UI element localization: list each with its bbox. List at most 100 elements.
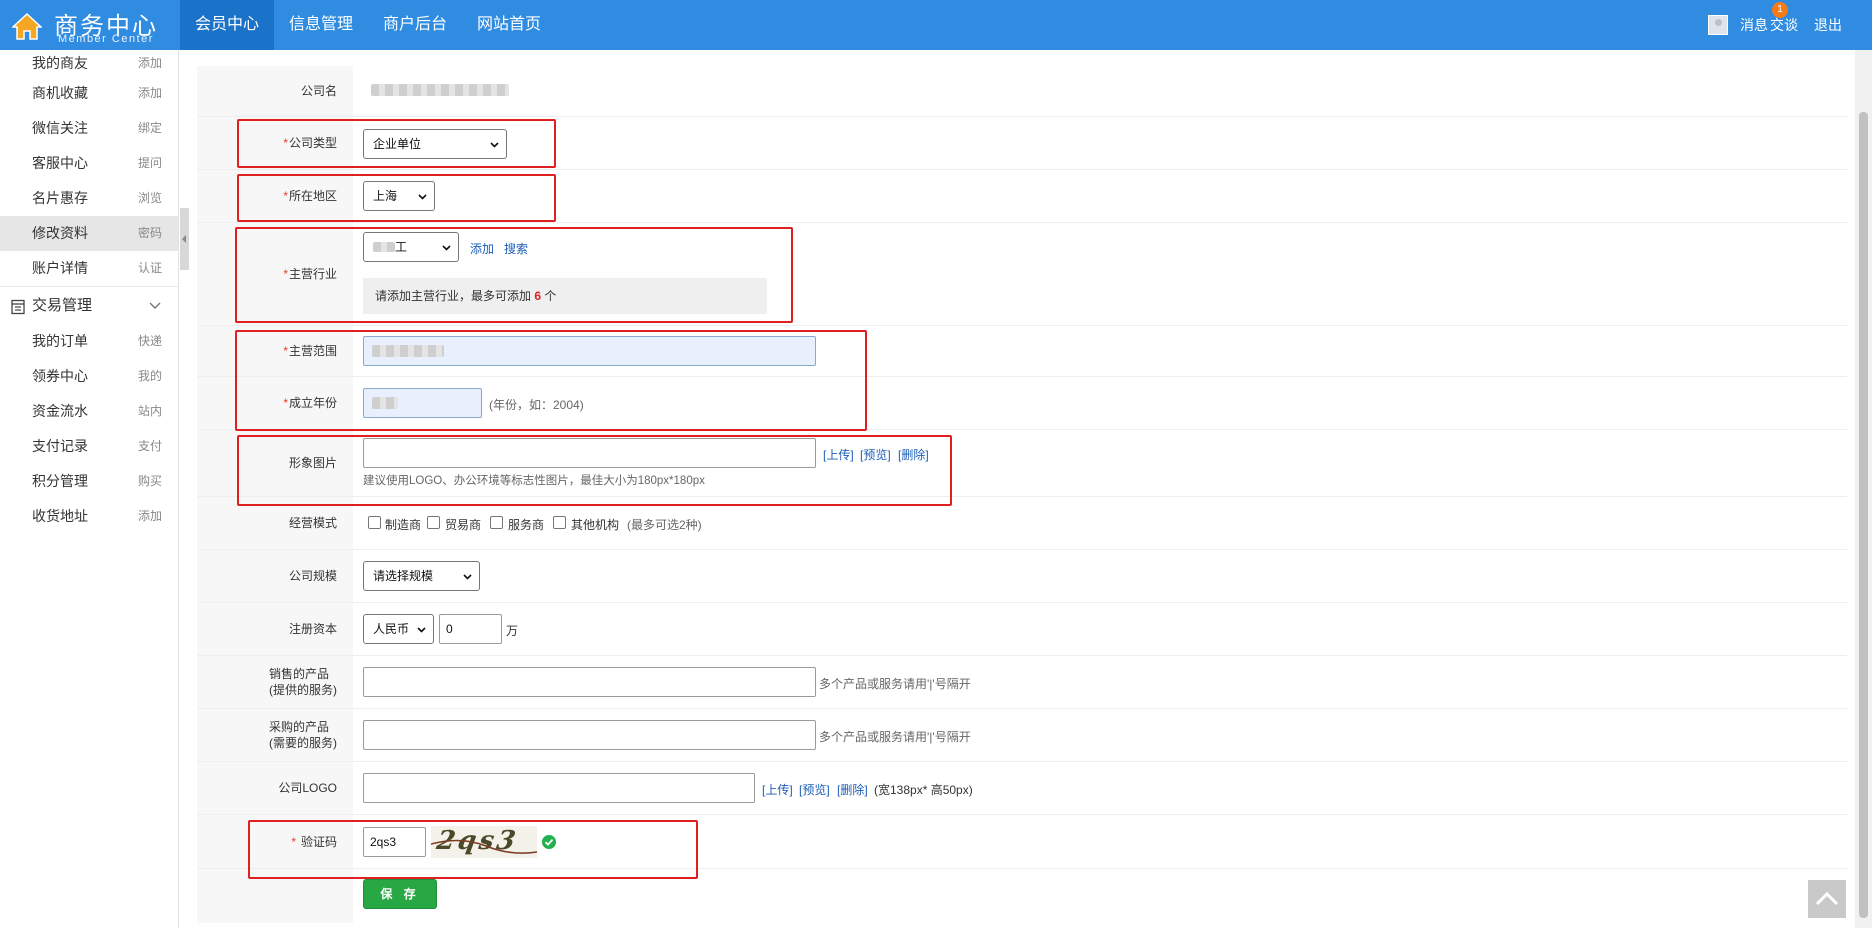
sidebar-item-friends[interactable]: 我的商友 添加 (0, 50, 178, 76)
captcha-image[interactable]: 2qs3 (431, 826, 537, 858)
mode-label-other: 其他机构 (571, 518, 620, 532)
mode-label-manufacturer: 制造商 (385, 518, 422, 532)
sidebar-item-cards[interactable]: 名片惠存 浏览 (0, 181, 178, 216)
sidebar-item-action[interactable]: 提问 (138, 146, 162, 181)
captcha-input[interactable]: 2qs3 (363, 827, 426, 857)
industry-add-link[interactable]: 添加 (470, 240, 494, 257)
sidebar-item-action[interactable]: 我的 (138, 359, 162, 394)
nav-merchant-backend[interactable]: 商户后台 (368, 0, 462, 50)
industry-search-link[interactable]: 搜索 (504, 240, 528, 257)
sidebar-item-label: 名片惠存 (32, 190, 88, 206)
logo-preview-link[interactable]: [预览] (799, 781, 830, 798)
row-capital: 注册资本 人民币 0 万 (197, 603, 1847, 656)
company-type-select[interactable]: 企业单位 (363, 129, 507, 159)
capital-amount-input[interactable]: 0 (439, 614, 502, 644)
mode-checkbox-trader[interactable] (427, 516, 440, 529)
industry-hint-count: 6 (534, 289, 542, 303)
mode-hint: (最多可选2种) (627, 518, 702, 532)
sidebar-item-action[interactable]: 添加 (138, 499, 162, 534)
sidebar-item-label: 商机收藏 (32, 85, 88, 101)
scope-input[interactable] (363, 336, 816, 366)
user-avatar-icon[interactable] (1708, 15, 1728, 35)
image-delete-link[interactable]: [删除] (898, 446, 929, 463)
sidebar-item-coupons[interactable]: 领券中心 我的 (0, 359, 178, 394)
sidebar-item-orders[interactable]: 我的订单 快递 (0, 324, 178, 359)
logo-path-input[interactable] (363, 773, 755, 803)
logout-link[interactable]: 退出 (1814, 15, 1842, 35)
company-scale-select[interactable]: 请选择规模 (363, 561, 480, 591)
sidebar-item-points[interactable]: 积分管理 购买 (0, 464, 178, 499)
nav-member-center[interactable]: 会员中心 (180, 0, 275, 50)
sidebar-item-account[interactable]: 账户详情 认证 (0, 251, 178, 286)
chevron-down-icon (463, 574, 472, 580)
capital-label: 注册资本 (197, 603, 353, 655)
messages-link[interactable]: 消息 1 (1740, 2, 1788, 35)
row-company-scale: 公司规模 请选择规模 (197, 550, 1847, 603)
sidebar-item-action[interactable]: 浏览 (138, 181, 162, 216)
company-name-redacted (371, 84, 509, 96)
industry-hint-box: 请添加主营行业，最多可添加 6 个 (363, 278, 767, 314)
row-image: 形象图片 [上传] [预览] [删除] 建议使用LOGO、办公环境等标志性图片，… (197, 430, 1847, 497)
scope-label: * 主营范围 (197, 326, 353, 376)
back-to-top-button[interactable] (1808, 880, 1846, 918)
logo-tip: (宽138px* 高50px) (874, 783, 973, 797)
row-captcha: * 验证码 2qs3 2qs3 (197, 815, 1847, 869)
sidebar-item-favorites[interactable]: 商机收藏 添加 (0, 76, 178, 111)
sidebar-item-action[interactable]: 绑定 (138, 111, 162, 146)
messages-badge: 1 (1772, 2, 1788, 18)
chevron-down-icon (149, 302, 161, 309)
nav-info-management[interactable]: 信息管理 (274, 0, 368, 50)
sidebar-group-label: 交易管理 (32, 297, 93, 314)
save-button[interactable]: 保 存 (363, 879, 437, 909)
sidebar-item-label: 账户详情 (32, 260, 88, 276)
products-bought-input[interactable] (363, 720, 816, 750)
sidebar-item-action[interactable]: 购买 (138, 464, 162, 499)
sidebar-item-cashflow[interactable]: 资金流水 站内 (0, 394, 178, 429)
sidebar-item-edit-profile[interactable]: 修改资料 密码 (0, 216, 178, 251)
image-path-input[interactable] (363, 438, 816, 468)
sidebar-item-action[interactable]: 认证 (138, 251, 162, 286)
sidebar-collapse-handle[interactable] (180, 208, 189, 270)
sidebar-item-action[interactable]: 密码 (138, 216, 162, 251)
chat-link[interactable]: 交谈 (1770, 15, 1798, 35)
logo-label: 公司LOGO (197, 762, 353, 814)
brand-logo[interactable]: 商务中心 Member Center (12, 4, 182, 46)
logo-delete-link[interactable]: [删除] (837, 781, 868, 798)
company-name-label: 公司名 (197, 66, 353, 116)
image-preview-link[interactable]: [预览] (860, 446, 891, 463)
image-upload-link[interactable]: [上传] (823, 446, 854, 463)
sidebar-item-action[interactable]: 添加 (138, 50, 162, 76)
sidebar-item-action[interactable]: 添加 (138, 76, 162, 111)
products-sold-input[interactable] (363, 667, 816, 697)
main-nav: 会员中心 信息管理 商户后台 网站首页 (180, 0, 556, 50)
sidebar-item-wechat[interactable]: 微信关注 绑定 (0, 111, 178, 146)
profile-form: 公司名 * 公司类型 企业单位 * 所在地区 上海 * 主营行业 工 添加 搜索… (197, 66, 1847, 923)
image-label: 形象图片 (197, 430, 353, 496)
logo-upload-link[interactable]: [上传] (762, 781, 793, 798)
row-industry: * 主营行业 工 添加 搜索 请添加主营行业，最多可添加 6 个 (197, 223, 1847, 326)
sidebar-item-address[interactable]: 收货地址 添加 (0, 499, 178, 534)
sidebar-group-trade[interactable]: 交易管理 (0, 286, 178, 324)
nav-site-home[interactable]: 网站首页 (462, 0, 556, 50)
sidebar-item-action[interactable]: 快递 (138, 324, 162, 359)
mode-checkbox-other[interactable] (553, 516, 566, 529)
mode-checkbox-service[interactable] (490, 516, 503, 529)
sidebar-item-payments[interactable]: 支付记录 支付 (0, 429, 178, 464)
sidebar-item-label: 我的订单 (32, 333, 88, 349)
mode-checkbox-manufacturer[interactable] (368, 516, 381, 529)
region-select[interactable]: 上海 (363, 181, 435, 211)
sidebar-item-label: 微信关注 (32, 120, 88, 136)
sidebar-item-action[interactable]: 站内 (138, 394, 162, 429)
top-bar: 商务中心 Member Center 会员中心 信息管理 商户后台 网站首页 消… (0, 0, 1872, 50)
year-input[interactable] (363, 388, 482, 418)
save-row-label (197, 869, 353, 923)
row-logo: 公司LOGO [上传] [预览] [删除] (宽138px* 高50px) (197, 762, 1847, 815)
sidebar-item-action[interactable]: 支付 (138, 429, 162, 464)
sidebar-item-support[interactable]: 客服中心 提问 (0, 146, 178, 181)
industry-select[interactable]: 工 (363, 232, 459, 262)
capital-currency-select[interactable]: 人民币 (363, 614, 434, 644)
chevron-down-icon (490, 142, 499, 148)
page-scrollbar[interactable] (1855, 50, 1872, 928)
scrollbar-thumb[interactable] (1859, 112, 1868, 918)
products-bought-tip: 多个产品或服务请用'|'号隔开 (819, 730, 971, 744)
